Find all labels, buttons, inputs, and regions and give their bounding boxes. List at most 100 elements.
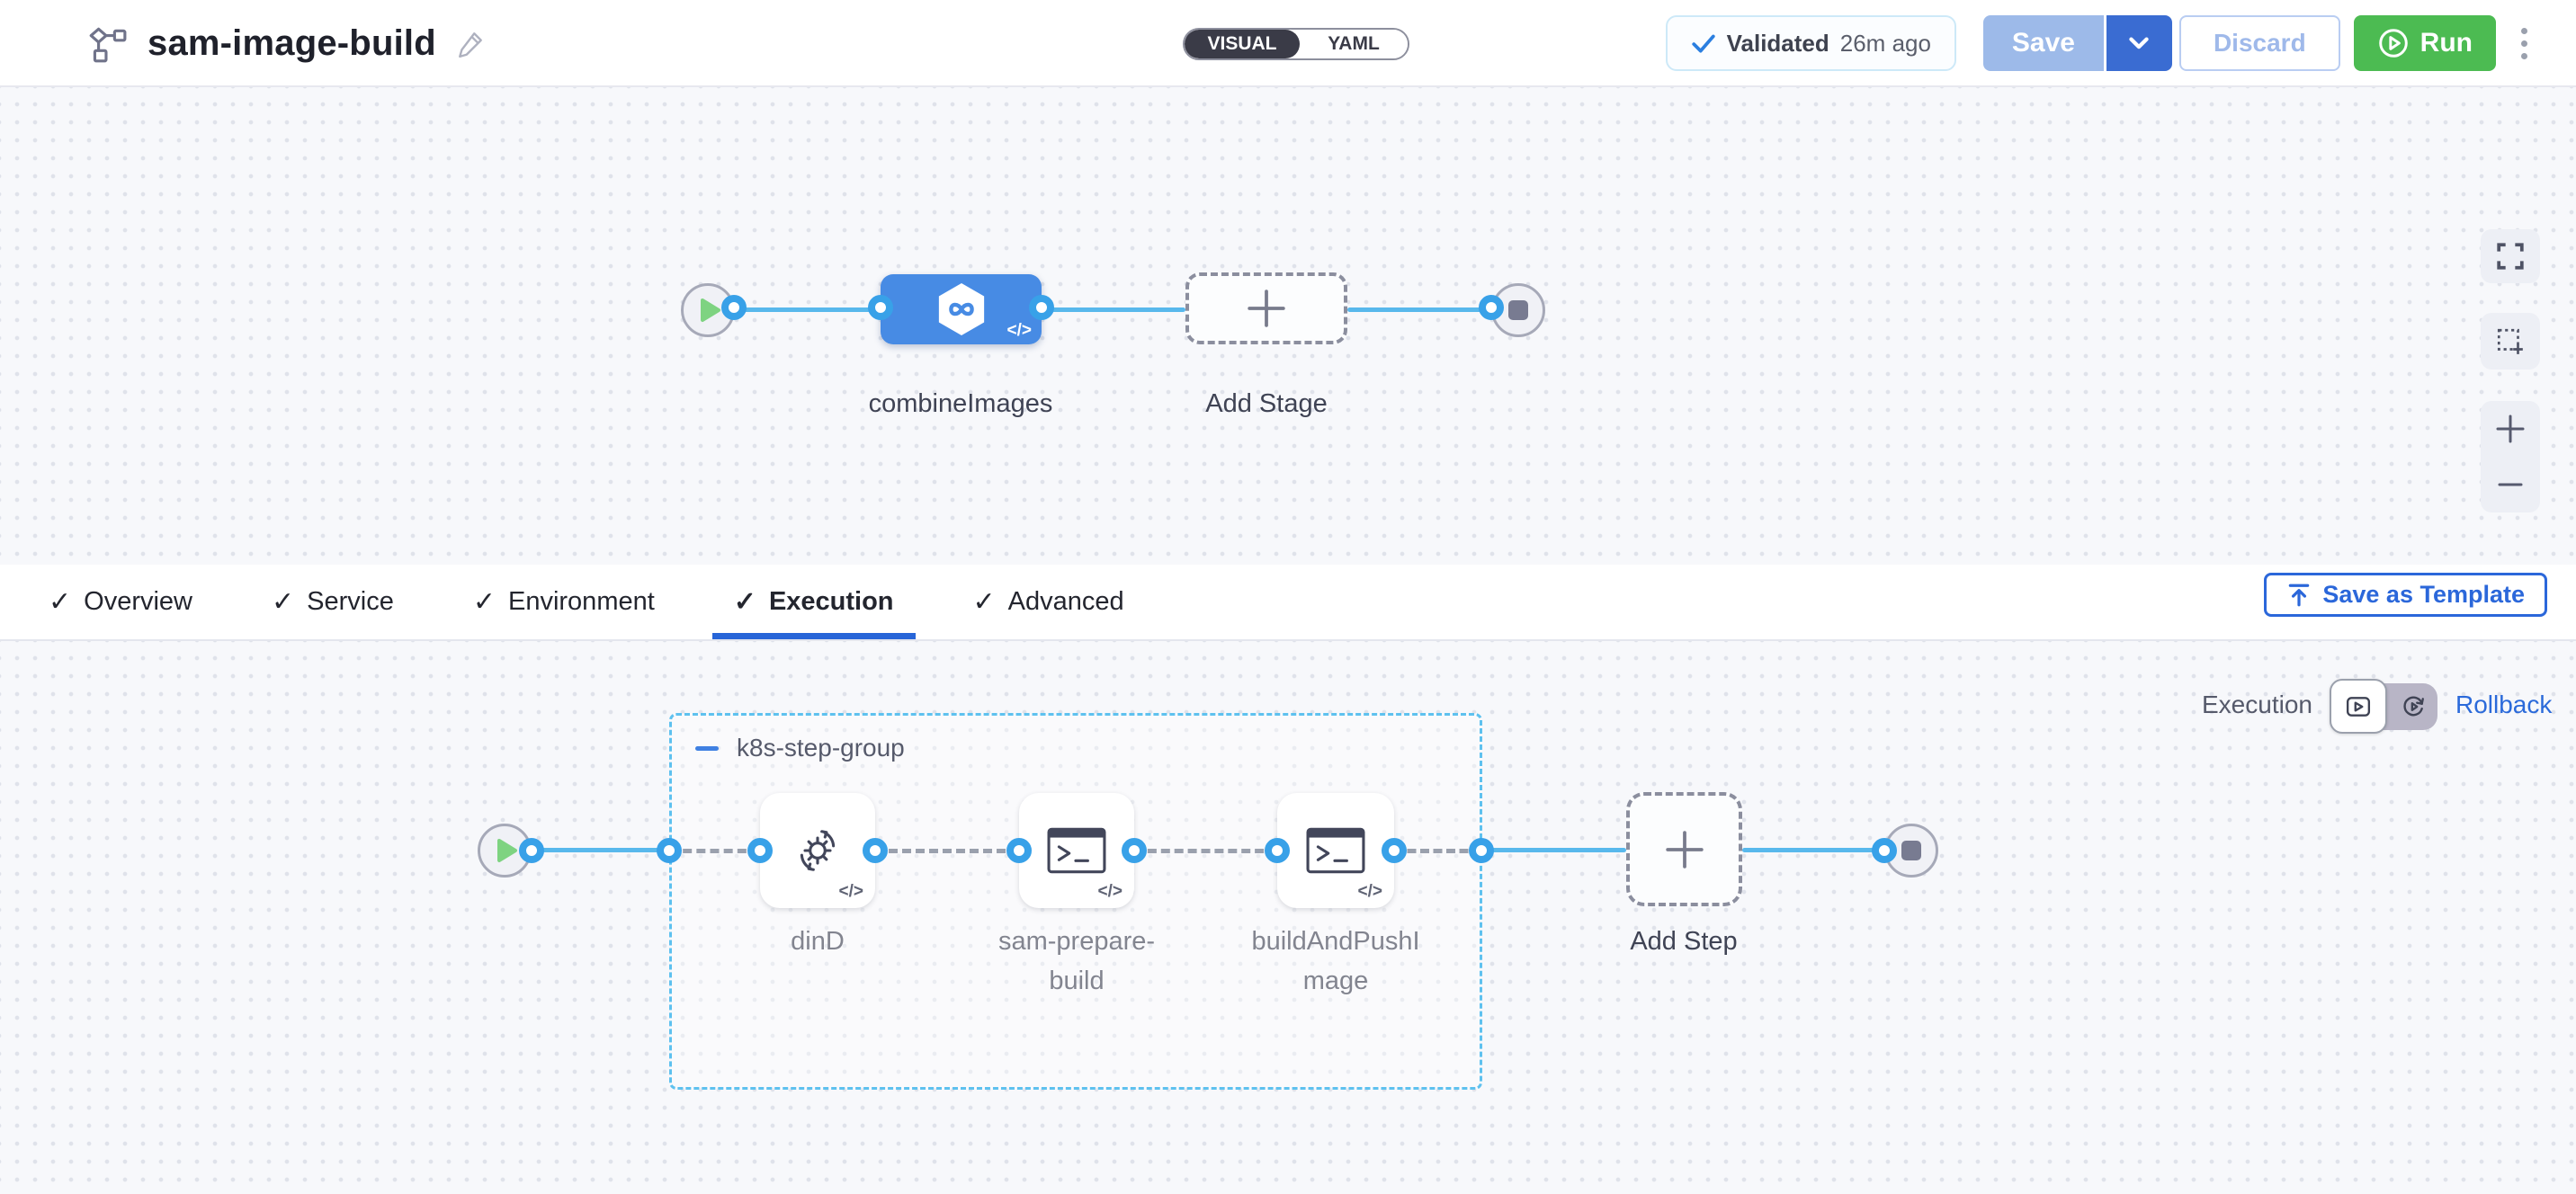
pencil-icon [456,30,485,58]
save-split-button: Save [1983,15,2172,71]
stage-config-tabbar: ✓ Overview ✓ Service ✓ Environment ✓ Exe… [0,565,2576,641]
tab-check-icon: ✓ [49,586,71,618]
docker-in-docker-icon [792,824,844,877]
execution-canvas: Execution Rollback [0,641,2576,1194]
connector-port [1469,838,1494,863]
upload-icon [2286,582,2312,609]
save-as-template-button[interactable]: Save as Template [2264,573,2547,617]
stop-icon [1508,300,1528,320]
save-menu-button[interactable] [2104,15,2172,71]
stop-icon [1901,841,1921,860]
multi-select-button[interactable] [2481,313,2540,370]
connector-line [1042,307,1185,312]
connector-port [863,838,888,863]
tab-service[interactable]: ✓ Service [250,565,416,639]
validated-label: Validated [1727,30,1829,58]
rollback-view-button[interactable] [2392,683,2437,730]
custom-stage-icon [935,281,988,337]
step-code-badge: </> [1358,882,1382,902]
header-left: sam-image-build [86,0,485,87]
collapse-group-button[interactable] [695,736,719,760]
chevron-down-icon [2129,37,2149,50]
validated-badge[interactable]: Validated 26m ago [1666,15,1956,71]
execution-rollback-toggle [2332,683,2437,730]
connector-line [1481,848,1626,852]
add-stage-button[interactable] [1185,272,1347,344]
step-card-dind[interactable]: </> [760,793,875,908]
edit-title-button[interactable] [456,30,485,58]
rollback-view-icon [2402,695,2426,718]
execution-mode-label: Execution [2202,691,2312,719]
tab-environment[interactable]: ✓ Environment [452,565,676,639]
run-label: Run [2420,28,2473,58]
page-title: sam-image-build [148,23,436,64]
dashed-connector [669,849,760,853]
header: sam-image-build VISUAL YAML Validated [0,0,2576,87]
tab-advanced[interactable]: ✓ Advanced [952,565,1146,639]
tab-check-icon: ✓ [973,586,996,618]
connector-port [721,295,747,320]
run-button[interactable]: Run [2354,15,2496,71]
stage-code-badge: </> [1007,321,1032,341]
add-step-label: Add Step [1594,922,1774,961]
connector-port [1479,295,1504,320]
tab-check-icon: ✓ [734,586,756,618]
rollback-label[interactable]: Rollback [2455,691,2552,719]
connector-port [868,295,893,320]
start-play-icon [496,838,519,863]
zoom-in-button[interactable] [2481,401,2540,457]
tab-label: Service [307,587,394,617]
discard-button[interactable]: Discard [2179,15,2340,71]
tab-label: Advanced [1008,587,1124,617]
tab-overview[interactable]: ✓ Overview [27,565,214,639]
execution-view-icon [2346,696,2371,717]
start-play-icon [699,298,722,323]
pipeline-icon [86,25,128,63]
tab-check-icon: ✓ [473,586,496,618]
dashed-connector [875,849,1019,853]
step-card-sam-prepare-build[interactable]: </> [1019,793,1134,908]
connector-port [1122,838,1147,863]
minus-icon [695,746,719,751]
stage-label: combineImages [826,384,1096,423]
connector-port [1029,295,1054,320]
zoom-panel [2481,401,2540,512]
step-group-name: k8s-step-group [737,734,905,762]
connector-line [1347,307,1491,312]
zoom-out-button[interactable] [2481,457,2540,512]
save-button[interactable]: Save [1983,15,2104,71]
connector-line [1742,848,1884,852]
step-card-buildandpushimage[interactable]: </> [1277,793,1394,908]
save-as-template-label: Save as Template [2322,581,2525,609]
connector-port [657,838,682,863]
zoom-out-icon [2495,469,2526,500]
stage-canvas: </> combineImages Add Stage [0,87,2576,565]
tab-label: Execution [769,587,894,617]
visual-toggle-button[interactable]: VISUAL [1185,30,1300,58]
run-play-icon [2377,27,2410,59]
plus-icon [1246,288,1287,329]
header-actions: Validated 26m ago Save Discard Run [1666,15,2533,71]
more-options-button[interactable] [2516,22,2533,65]
validated-time: 26m ago [1840,30,1931,58]
plus-icon [1664,829,1705,870]
zoom-in-icon [2495,414,2526,444]
connector-port [1265,838,1290,863]
tab-label: Environment [508,587,655,617]
connector-port [1006,838,1032,863]
tab-check-icon: ✓ [272,586,294,618]
fullscreen-icon [2496,242,2525,271]
connector-line [532,848,669,852]
connector-port [747,838,773,863]
fullscreen-button[interactable] [2481,229,2540,283]
step-code-badge: </> [839,882,863,902]
connector-port [519,838,544,863]
tab-execution[interactable]: ✓ Execution [712,565,916,639]
step-group-header: k8s-step-group [695,734,905,762]
execution-view-button[interactable] [2330,679,2387,734]
dashed-connector [1134,849,1277,853]
run-step-icon [1306,827,1365,874]
yaml-toggle-button[interactable]: YAML [1300,30,1408,58]
add-step-button[interactable] [1626,792,1742,906]
stage-node-combineimages[interactable]: </> [881,274,1042,344]
